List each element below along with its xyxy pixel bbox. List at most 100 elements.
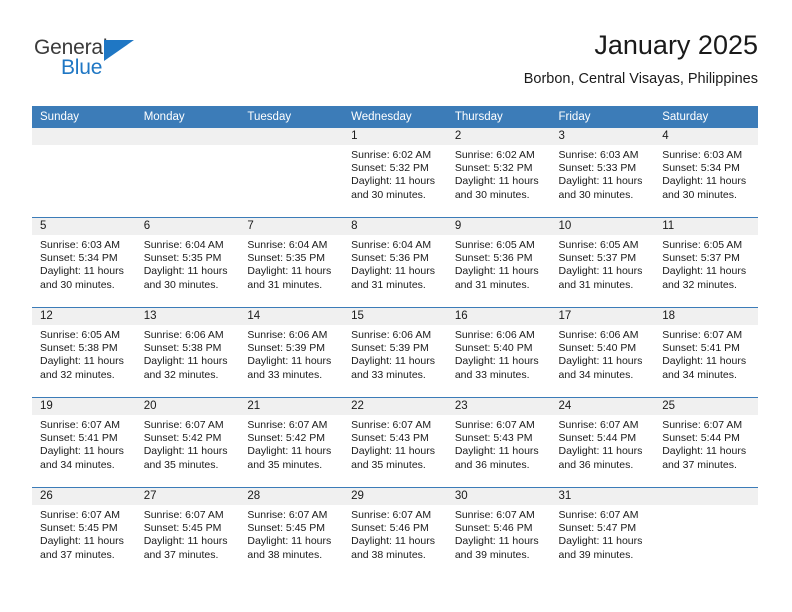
daylight-duration-line1: Daylight: 11 hours [558, 355, 643, 368]
day-cell[interactable]: 13 Sunrise: 6:06 AM Sunset: 5:38 PM Dayligh… [135, 308, 240, 397]
sunrise-time: Sunrise: 6:07 AM [558, 419, 639, 431]
day-cell[interactable]: 22 Sunrise: 6:07 AM Sunset: 5:43 PM Dayligh… [343, 398, 447, 487]
day-number: 12 [32, 308, 136, 325]
day-number [32, 128, 136, 145]
day-cell[interactable]: 4 Sunrise: 6:03 AM Sunset: 5:34 PM Daylight… [654, 128, 758, 217]
sunrise-time: Sunrise: 6:05 AM [454, 239, 535, 251]
day-cell[interactable]: 2 Sunrise: 6:02 AM Sunset: 5:32 PM Daylight… [446, 128, 551, 217]
day-cell[interactable]: 9 Sunrise: 6:05 AM Sunset: 5:36 PM Daylight… [446, 218, 551, 307]
day-cell[interactable]: 24 Sunrise: 6:07 AM Sunset: 5:44 PM Dayligh… [550, 398, 655, 487]
day-number [239, 128, 344, 145]
day-number [654, 488, 758, 505]
daylight-duration-line1: Daylight: 11 hours [558, 175, 643, 188]
daylight-duration-line1: Daylight: 11 hours [454, 355, 539, 368]
sunset-time: Sunset: 5:33 PM [558, 162, 637, 175]
day-details: Sunrise: 6:05 AM Sunset: 5:37 PM Daylight:… [551, 235, 655, 292]
daylight-duration-line1: Daylight: 11 hours [662, 265, 747, 278]
day-cell[interactable]: 30 Sunrise: 6:07 AM Sunset: 5:46 PM Dayligh… [446, 488, 551, 577]
daylight-duration-line1: Daylight: 11 hours [662, 175, 747, 188]
day-details: Sunrise: 6:07 AM Sunset: 5:42 PM Daylight:… [136, 415, 240, 472]
day-cell[interactable]: 8 Sunrise: 6:04 AM Sunset: 5:36 PM Daylight… [343, 218, 447, 307]
sunrise-time: Sunrise: 6:06 AM [351, 329, 432, 341]
day-cell[interactable]: 15 Sunrise: 6:06 AM Sunset: 5:39 PM Dayligh… [343, 308, 447, 397]
calendar-cell: 20 Sunrise: 6:07 AM Sunset: 5:42 PM Dayligh… [135, 397, 240, 488]
daylight-duration-line2: and 31 minutes. [454, 278, 530, 291]
daylight-duration-line2: and 37 minutes. [662, 458, 737, 471]
daylight-duration-line2: and 37 minutes. [40, 548, 115, 561]
calendar-cell: 21 Sunrise: 6:07 AM Sunset: 5:42 PM Dayligh… [239, 397, 344, 488]
calendar-cell [654, 487, 758, 577]
sunset-time: Sunset: 5:44 PM [558, 432, 637, 445]
day-cell[interactable]: 26 Sunrise: 6:07 AM Sunset: 5:45 PM Dayligh… [32, 488, 136, 577]
daylight-duration-line2: and 35 minutes. [247, 458, 323, 471]
day-cell[interactable]: 28 Sunrise: 6:07 AM Sunset: 5:45 PM Dayligh… [239, 488, 344, 577]
day-cell[interactable]: 16 Sunrise: 6:06 AM Sunset: 5:40 PM Dayligh… [446, 308, 551, 397]
day-number: 24 [550, 398, 655, 415]
sunrise-time: Sunrise: 6:07 AM [558, 509, 639, 521]
day-number: 17 [550, 308, 655, 325]
title-block: January 2025 Borbon, Central Visayas, Ph… [524, 28, 758, 90]
calendar-cell: 12 Sunrise: 6:05 AM Sunset: 5:38 PM Dayligh… [32, 307, 136, 398]
day-cell[interactable]: 21 Sunrise: 6:07 AM Sunset: 5:42 PM Dayligh… [239, 398, 344, 487]
day-cell[interactable]: 12 Sunrise: 6:05 AM Sunset: 5:38 PM Dayligh… [32, 308, 136, 397]
day-cell[interactable]: 5 Sunrise: 6:03 AM Sunset: 5:34 PM Daylight… [32, 218, 136, 307]
day-details: Sunrise: 6:06 AM Sunset: 5:39 PM Daylight:… [239, 325, 343, 382]
day-cell[interactable]: 20 Sunrise: 6:07 AM Sunset: 5:42 PM Dayligh… [135, 398, 240, 487]
sunset-time: Sunset: 5:37 PM [662, 252, 740, 265]
sunset-time: Sunset: 5:46 PM [454, 522, 533, 535]
day-number: 28 [239, 488, 344, 505]
day-number: 20 [135, 398, 240, 415]
daylight-duration-line2: and 36 minutes. [454, 458, 530, 471]
calendar-cell [32, 128, 136, 218]
day-cell[interactable]: 6 Sunrise: 6:04 AM Sunset: 5:35 PM Daylight… [135, 218, 240, 307]
day-number: 14 [239, 308, 344, 325]
day-cell[interactable]: 3 Sunrise: 6:03 AM Sunset: 5:33 PM Daylight… [550, 128, 655, 217]
day-details: Sunrise: 6:07 AM Sunset: 5:46 PM Daylight:… [447, 505, 551, 562]
day-cell[interactable]: 29 Sunrise: 6:07 AM Sunset: 5:46 PM Dayligh… [343, 488, 447, 577]
day-cell[interactable]: 31 Sunrise: 6:07 AM Sunset: 5:47 PM Dayligh… [550, 488, 655, 577]
sunrise-time: Sunrise: 6:07 AM [143, 509, 224, 521]
day-cell-empty [239, 128, 344, 217]
daylight-duration-line2: and 31 minutes. [247, 278, 323, 291]
daylight-duration-line2: and 38 minutes. [351, 548, 426, 561]
sunrise-time: Sunrise: 6:02 AM [351, 149, 432, 161]
day-details: Sunrise: 6:07 AM Sunset: 5:42 PM Daylight:… [239, 415, 343, 472]
day-cell[interactable]: 25 Sunrise: 6:07 AM Sunset: 5:44 PM Dayligh… [654, 398, 758, 487]
sunrise-time: Sunrise: 6:04 AM [143, 239, 224, 251]
calendar-cell: 22 Sunrise: 6:07 AM Sunset: 5:43 PM Dayligh… [343, 397, 447, 488]
day-details: Sunrise: 6:06 AM Sunset: 5:40 PM Daylight:… [447, 325, 551, 382]
day-cell[interactable]: 11 Sunrise: 6:05 AM Sunset: 5:37 PM Dayligh… [654, 218, 758, 307]
day-cell-empty [32, 128, 136, 217]
day-number: 18 [654, 308, 758, 325]
sunrise-time: Sunrise: 6:07 AM [40, 509, 120, 521]
day-number: 2 [446, 128, 551, 145]
day-cell[interactable]: 1 Sunrise: 6:02 AM Sunset: 5:32 PM Daylight… [343, 128, 447, 217]
day-number: 8 [343, 218, 447, 235]
calendar-week-row: 1 Sunrise: 6:02 AM Sunset: 5:32 PM Daylight… [32, 128, 758, 218]
day-cell[interactable]: 14 Sunrise: 6:06 AM Sunset: 5:39 PM Dayligh… [239, 308, 344, 397]
daylight-duration-line2: and 39 minutes. [454, 548, 530, 561]
daylight-duration-line1: Daylight: 11 hours [143, 445, 228, 458]
generalblue-logo[interactable]: General Blue [34, 36, 204, 88]
calendar-cell: 2 Sunrise: 6:02 AM Sunset: 5:32 PM Daylight… [446, 128, 551, 218]
sunrise-time: Sunrise: 6:07 AM [662, 329, 743, 341]
day-cell[interactable]: 18 Sunrise: 6:07 AM Sunset: 5:41 PM Dayligh… [654, 308, 758, 397]
day-number: 23 [446, 398, 551, 415]
day-cell[interactable]: 27 Sunrise: 6:07 AM Sunset: 5:45 PM Dayligh… [135, 488, 240, 577]
day-details: Sunrise: 6:05 AM Sunset: 5:37 PM Daylight:… [654, 235, 758, 292]
day-cell[interactable]: 19 Sunrise: 6:07 AM Sunset: 5:41 PM Dayligh… [32, 398, 136, 487]
sunrise-time: Sunrise: 6:05 AM [40, 329, 120, 341]
day-cell[interactable]: 17 Sunrise: 6:06 AM Sunset: 5:40 PM Dayligh… [550, 308, 655, 397]
daylight-duration-line2: and 30 minutes. [454, 188, 530, 201]
daylight-duration-line2: and 35 minutes. [143, 458, 219, 471]
calendar-header-row: Sunday Monday Tuesday Wednesday Thursday… [32, 106, 758, 128]
day-cell[interactable]: 10 Sunrise: 6:05 AM Sunset: 5:37 PM Dayligh… [550, 218, 655, 307]
day-details: Sunrise: 6:06 AM Sunset: 5:39 PM Daylight:… [343, 325, 447, 382]
day-details: Sunrise: 6:06 AM Sunset: 5:38 PM Daylight:… [136, 325, 240, 382]
logo-text-blue: Blue [61, 56, 103, 79]
day-cell[interactable]: 7 Sunrise: 6:04 AM Sunset: 5:35 PM Daylight… [239, 218, 344, 307]
day-details: Sunrise: 6:04 AM Sunset: 5:36 PM Daylight:… [343, 235, 447, 292]
daylight-duration-line2: and 32 minutes. [662, 278, 737, 291]
calendar-cell: 19 Sunrise: 6:07 AM Sunset: 5:41 PM Dayligh… [32, 397, 136, 488]
day-cell[interactable]: 23 Sunrise: 6:07 AM Sunset: 5:43 PM Dayligh… [446, 398, 551, 487]
